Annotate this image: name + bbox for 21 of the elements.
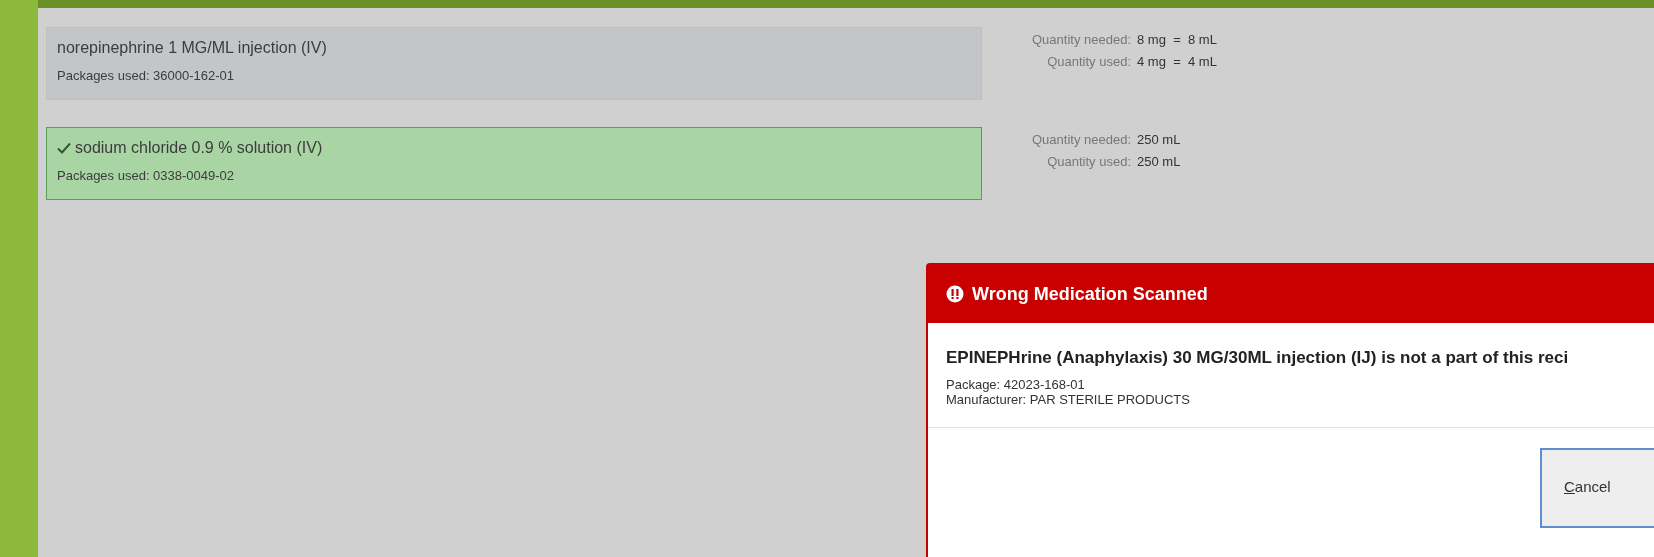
quantity-value: 250 mL	[1137, 131, 1181, 149]
quantity-value: 4 mg = 4 mL	[1137, 52, 1217, 71]
dialog-message: EPINEPHrine (Anaphylaxis) 30 MG/30ML injection (IJ) is not a part of this reci	[946, 347, 1570, 369]
quantity-label: Quantity used:	[1046, 52, 1132, 71]
quantity-value: 250 mL	[1137, 152, 1181, 171]
quantity-label: Quantity needed:	[1032, 31, 1132, 49]
alert-icon	[946, 285, 964, 303]
medication-name: norepinephrine 1 MG/ML injection (IV)	[57, 38, 327, 58]
packages-used: Packages used: 0338-0049-02	[57, 167, 236, 185]
quantity-label: Quantity used:	[1046, 152, 1132, 171]
medication-card[interactable]: norepinephrine 1 MG/ML injection (IV) Packages used: 36000-162-01	[46, 27, 982, 100]
medication-card[interactable]: sodium chloride 0.9 % solution (IV) Packages used: 0338-0049-02	[46, 127, 982, 200]
medication-name: sodium chloride 0.9 % solution (IV)	[75, 138, 323, 158]
quantity-label: Quantity needed:	[1032, 131, 1132, 149]
dialog-detail: Manufacturer: PAR STERILE PRODUCTS	[946, 391, 1191, 407]
cancel-button[interactable]: Cancel	[1540, 447, 1654, 528]
checkmark-icon	[57, 142, 71, 154]
dialog-detail: Package: 42023-168-01	[946, 376, 1086, 392]
dialog-title: Wrong Medication Scanned	[972, 282, 1208, 306]
quantity-value: 8 mg = 8 mL	[1137, 31, 1217, 49]
packages-used: Packages used: 36000-162-01	[57, 67, 236, 85]
